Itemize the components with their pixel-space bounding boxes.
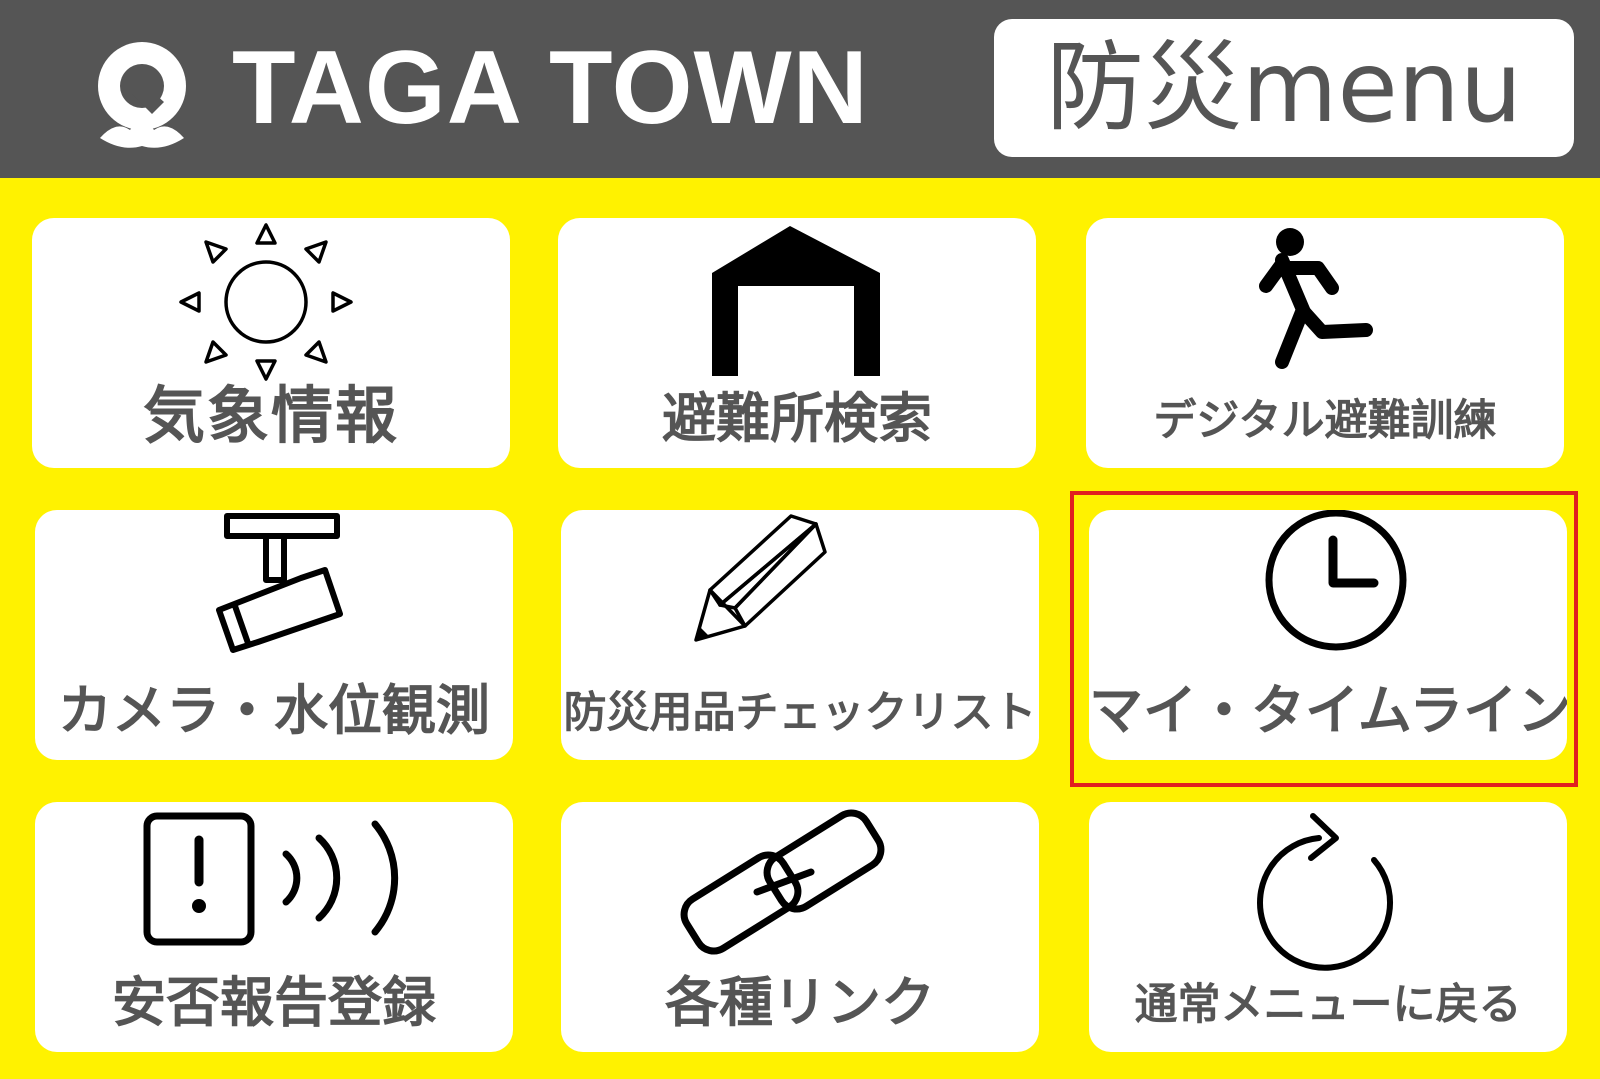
tile-label: 気象情報 — [142, 379, 399, 452]
phone-signal-icon — [143, 812, 399, 946]
shelter-icon — [712, 226, 880, 376]
taga-town-logo-icon — [98, 42, 186, 148]
tile-safety-report[interactable]: 安否報告登録 — [35, 802, 513, 1052]
link-icon — [680, 809, 885, 955]
sun-icon — [179, 223, 353, 381]
tile-links[interactable]: 各種リンク — [561, 802, 1039, 1052]
tile-camera-water-level[interactable]: カメラ・水位観測 — [35, 510, 513, 760]
tile-label: 防災用品チェックリスト — [563, 688, 1037, 738]
app-header: TAGA TOWN 防災menu — [0, 0, 1600, 178]
tile-label: 避難所検索 — [662, 387, 932, 450]
tile-shelter-search[interactable]: 避難所検索 — [558, 218, 1036, 468]
tile-label: マイ・タイムライン — [1089, 679, 1567, 742]
tile-weather-info[interactable]: 気象情報 — [32, 218, 510, 468]
running-person-icon — [1259, 228, 1373, 369]
clock-icon — [1265, 510, 1407, 651]
tile-label: 安否報告登録 — [112, 971, 436, 1034]
tile-label: デジタル避難訓練 — [1153, 396, 1497, 446]
refresh-icon — [1257, 813, 1394, 971]
pencil-icon — [694, 514, 827, 642]
page-title: 防災menu — [994, 19, 1574, 157]
brand-title: TAGA TOWN — [232, 30, 869, 146]
tile-label: 各種リンク — [665, 971, 935, 1034]
tile-disaster-supplies-checklist[interactable]: 防災用品チェックリスト — [561, 510, 1039, 760]
tile-label: 通常メニューに戻る — [1134, 980, 1522, 1030]
security-camera-icon — [216, 513, 343, 653]
tile-return-to-normal-menu[interactable]: 通常メニューに戻る — [1089, 802, 1567, 1052]
tile-digital-evacuation-drill[interactable]: デジタル避難訓練 — [1086, 218, 1564, 468]
tile-label: カメラ・水位観測 — [58, 679, 490, 742]
tile-my-timeline[interactable]: マイ・タイムライン — [1089, 510, 1567, 760]
